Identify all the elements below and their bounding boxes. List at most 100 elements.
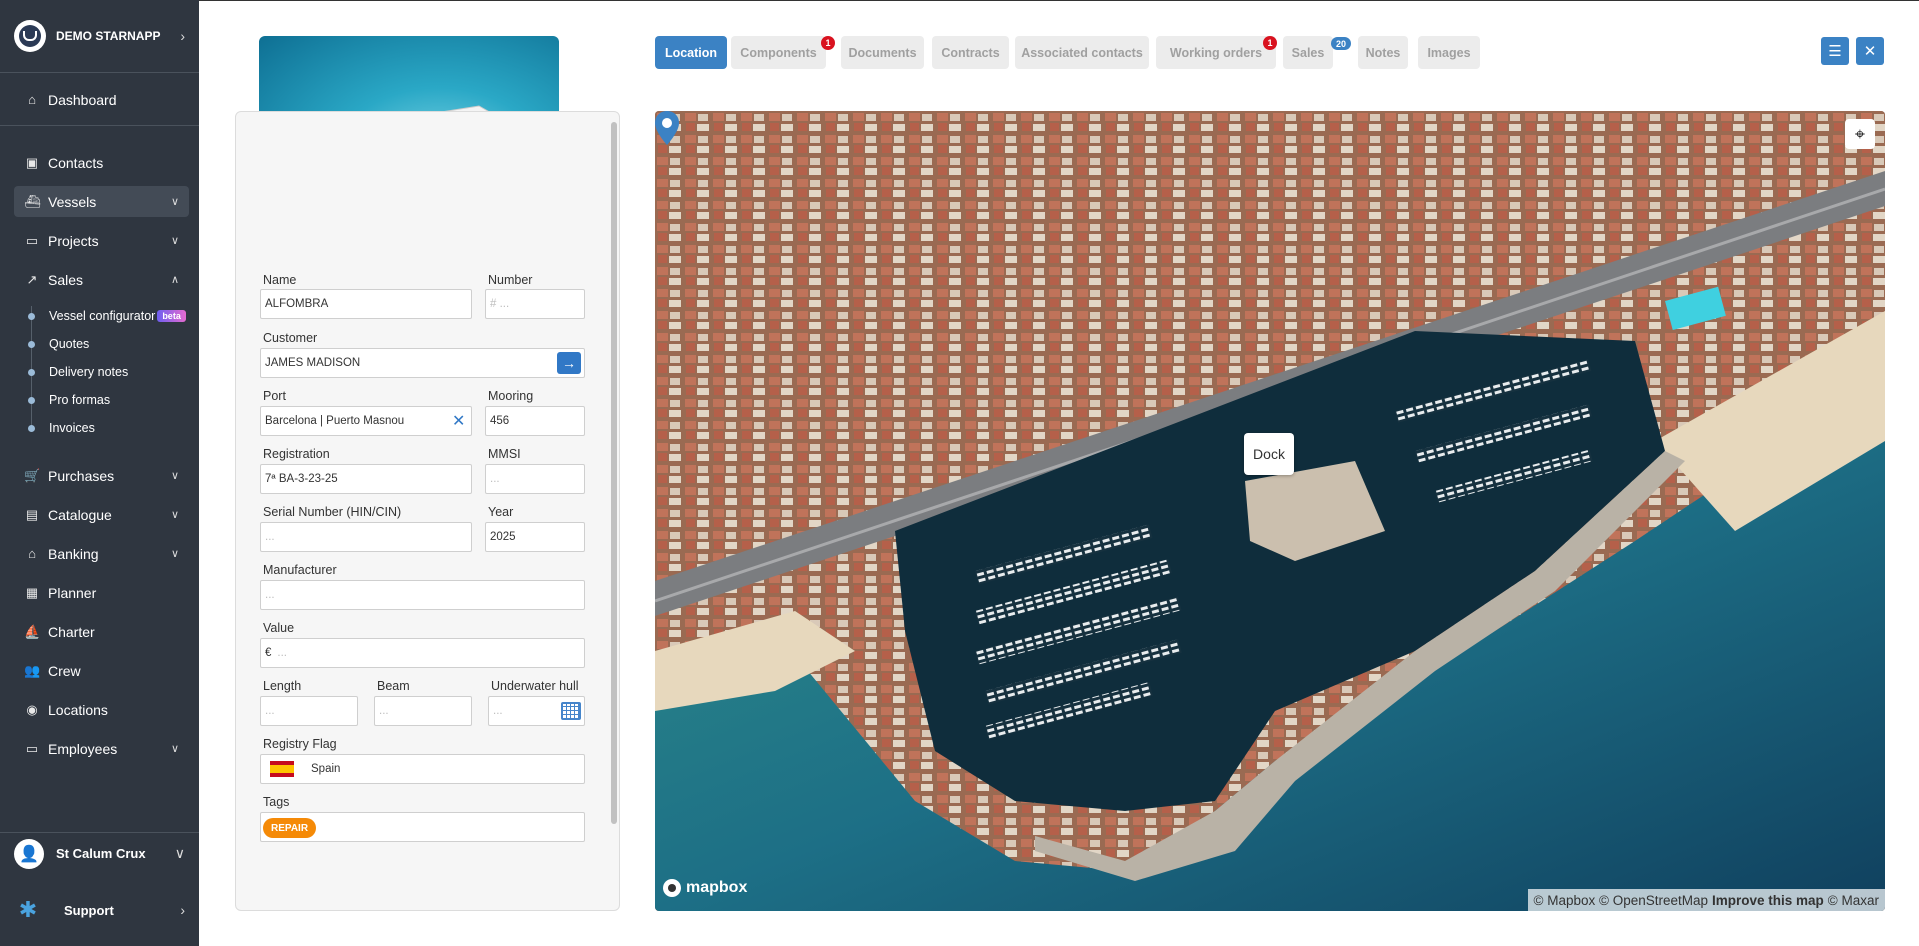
sidebar-item-purchases[interactable]: 🛒 Purchases ∨ [14,460,189,491]
sidebar-item-label: Dashboard [48,91,117,108]
beta-badge: beta [157,310,186,322]
sidebar-item-label: Charter [48,623,95,640]
sidebar-item-sales[interactable]: ↗ Sales ∧ [14,264,189,295]
bank-icon: ⌂ [28,546,36,561]
sidebar-subitem-delivery-notes[interactable]: Delivery notes [28,365,128,379]
map-marker-icon[interactable] [655,111,679,145]
cart-icon: 🛒 [24,467,41,483]
user-menu[interactable]: 👤 St Calum Crux ∨ [0,832,199,874]
mooring-input[interactable]: 456 [485,406,585,436]
chevron-down-icon: ∨ [170,743,179,755]
tab-documents[interactable]: Documents [841,36,924,69]
length-label: Length [263,679,302,693]
sidebar-subitem-quotes[interactable]: Quotes [28,337,89,351]
tab-location[interactable]: Location [655,36,727,69]
marker-popup: Dock [1244,433,1294,475]
sidebar-item-vessels[interactable]: ⛴ Vessels ∨ [14,186,189,217]
improve-map-link[interactable]: Improve this map [1712,893,1824,908]
sidebar-item-crew[interactable]: 👥 Crew [14,655,189,686]
attribution-maxar: © Maxar [1827,892,1879,908]
serial-label: Serial Number (HIN/CIN) [263,505,402,519]
location-map[interactable]: ⌖ Dock mapbox © Mapbox © OpenStreetMap I… [655,111,1885,911]
name-input[interactable]: ALFOMBRA [260,289,472,319]
sidebar-item-banking[interactable]: ⌂ Banking ∨ [14,538,189,569]
port-label: Port [263,389,286,403]
sidebar-subitem-pro-formas[interactable]: Pro formas [28,393,110,407]
chevron-right-icon: › [180,28,185,44]
sidebar-item-label: Catalogue [48,506,112,523]
tab-associated-contacts[interactable]: Associated contacts [1015,36,1149,69]
company-logo [14,20,46,52]
mapbox-logo[interactable]: mapbox [663,879,747,897]
sidebar-item-charter[interactable]: ⛵ Charter [14,616,189,647]
sailboat-icon: ⛵ [24,623,41,639]
tab-contracts[interactable]: Contracts [932,36,1009,69]
calendar-icon[interactable] [561,702,581,720]
number-input[interactable]: # ... [485,289,585,319]
close-icon[interactable]: ✕ [1856,37,1884,65]
support-label: Support [64,902,114,918]
tab-working-orders[interactable]: Working orders [1156,36,1276,69]
sidebar-item-locations[interactable]: ◉ Locations [14,694,189,725]
folder-icon: ▭ [25,232,39,248]
form-scrollbar[interactable] [611,122,617,824]
year-label: Year [488,505,514,519]
tab-sales[interactable]: Sales [1283,36,1333,69]
euro-prefix: € [265,647,272,659]
beam-label: Beam [377,679,410,693]
satellite-map-image [655,111,1885,911]
calendar-icon: ▦ [25,584,39,600]
mooring-label: Mooring [488,389,534,403]
port-input[interactable]: Barcelona | Puerto Masnou [260,406,472,436]
sidebar-item-label: Employees [48,740,118,757]
tab-notes[interactable]: Notes [1358,36,1408,69]
customer-input[interactable]: JAMES MADISON [260,348,585,378]
company-switcher[interactable]: DEMO STARNAPP › [0,0,199,73]
tags-label: Tags [263,795,290,809]
sidebar-item-planner[interactable]: ▦ Planner [14,577,189,608]
map-attribution: © Mapbox © OpenStreetMap Improve this ma… [1527,889,1885,911]
chevron-down-icon: ∨ [174,845,185,861]
subitem-label: Invoices [49,421,95,435]
sidebar-item-dashboard[interactable]: ⌂ Dashboard [14,84,189,115]
chevron-down-icon: ∨ [170,548,179,560]
value-input[interactable]: € ... [260,638,585,668]
hull-label: Underwater hull [491,679,579,693]
sidebar-subitem-invoices[interactable]: Invoices [28,421,95,435]
contacts-icon: ▣ [25,154,39,170]
tag-repair[interactable]: REPAIR [263,818,317,838]
arrow-right-icon[interactable]: → [557,352,581,374]
support-menu[interactable]: ✱ Support › [0,890,199,930]
length-input[interactable]: ... [260,696,358,726]
sidebar-item-label: Banking [48,545,99,562]
components-badge: 1 [821,36,835,50]
mapbox-wordmark: mapbox [686,879,748,896]
beam-input[interactable]: ... [374,696,472,726]
chart-line-icon: ↗ [26,271,38,287]
sidebar-item-catalogue[interactable]: ▤ Catalogue ∨ [14,499,189,530]
subitem-label: Delivery notes [49,365,129,379]
tab-components[interactable]: Components [731,36,826,69]
sidebar-item-contacts[interactable]: ▣ Contacts [14,147,189,178]
users-icon: 👥 [24,662,41,678]
subitem-label: Pro formas [49,393,111,407]
sidebar-item-label: Contacts [48,154,104,171]
mmsi-input[interactable]: ... [485,464,585,494]
sidebar-subitem-vessel-configurator[interactable]: Vessel configurator beta [28,309,186,323]
subitem-label: Quotes [49,337,90,351]
serial-input[interactable]: ... [260,522,472,552]
sidebar-item-employees[interactable]: ▭ Employees ∨ [14,733,189,764]
close-icon[interactable]: ✕ [452,411,465,431]
sidebar-item-projects[interactable]: ▭ Projects ∨ [14,225,189,256]
menu-icon[interactable]: ☰ [1821,37,1849,65]
year-input[interactable]: 2025 [485,522,585,552]
registration-input[interactable]: 7ª BA-3-23-25 [260,464,472,494]
tab-images[interactable]: Images [1418,36,1480,69]
chevron-down-icon: ∨ [170,509,179,521]
geolocate-icon[interactable]: ⌖ [1845,119,1875,149]
sidebar-item-label: Crew [48,662,81,679]
working-orders-badge: 1 [1263,36,1277,50]
flag-select[interactable]: Spain [260,754,585,784]
sidebar: DEMO STARNAPP › ⌂ Dashboard ▣ Contacts ⛴… [0,0,199,946]
manufacturer-input[interactable]: ... [260,580,585,610]
